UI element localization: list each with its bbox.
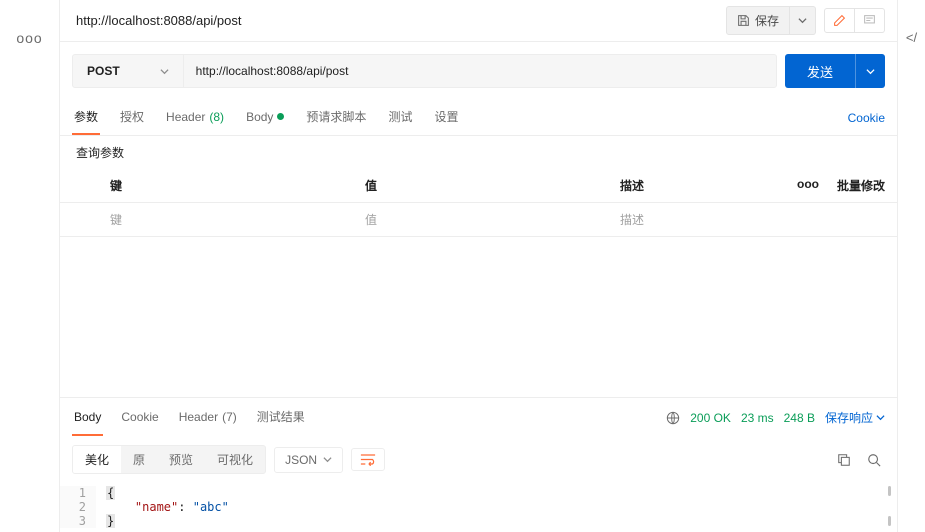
view-mode-tabs: 美化 原 预览 可视化 <box>72 445 266 474</box>
request-tabs: 参数 授权 Header (8) Body 预请求脚本 测试 设置 Cookie <box>60 100 897 136</box>
value-header: 值 <box>355 169 610 202</box>
params-header-row: 键 值 描述 ooo 批量修改 <box>60 169 897 203</box>
search-icon <box>867 453 881 467</box>
response-tabs: Body Cookie Header (7) 测试结果 200 OK 23 ms… <box>60 398 897 437</box>
globe-icon[interactable] <box>666 411 680 425</box>
request-tab-title: http://localhost:8088/api/post <box>72 13 718 28</box>
tab-prerequest[interactable]: 预请求脚本 <box>304 100 368 135</box>
main-panel: http://localhost:8088/api/post 保存 <box>60 0 897 532</box>
chevron-down-icon <box>160 67 169 76</box>
status-code: 200 OK <box>690 411 731 425</box>
code-line: 2 "name": "abc" <box>60 500 897 514</box>
response-size: 248 B <box>784 411 815 425</box>
tab-body[interactable]: Body <box>244 102 286 134</box>
save-dropdown-button[interactable] <box>790 6 816 35</box>
code-line: 3 } <box>60 514 897 528</box>
url-input[interactable] <box>184 55 776 87</box>
right-sidebar: </ <box>897 0 925 532</box>
resp-tab-body[interactable]: Body <box>72 400 103 436</box>
key-header: 键 <box>100 169 355 202</box>
tab-headers[interactable]: Header (8) <box>164 102 226 134</box>
response-time: 23 ms <box>741 411 774 425</box>
params-table: 键 值 描述 ooo 批量修改 键 值 描述 <box>60 169 897 237</box>
method-url-bar: POST <box>72 54 777 88</box>
value-placeholder[interactable]: 值 <box>355 203 610 236</box>
key-placeholder[interactable]: 键 <box>100 203 355 236</box>
send-button[interactable]: 发送 <box>785 54 855 88</box>
desc-placeholder[interactable]: 描述 <box>610 203 787 236</box>
search-button[interactable] <box>863 453 885 467</box>
cookie-link[interactable]: Cookie <box>848 103 885 133</box>
bulk-edit-button[interactable]: 批量修改 <box>827 169 897 202</box>
save-response-button[interactable]: 保存响应 <box>825 409 885 426</box>
save-button-group: 保存 <box>726 6 816 35</box>
code-line: 1 { <box>60 486 897 500</box>
chevron-down-icon <box>798 16 807 25</box>
tab-tests[interactable]: 测试 <box>386 100 414 135</box>
method-value: POST <box>87 64 120 78</box>
send-button-group: 发送 <box>785 54 885 88</box>
method-select[interactable]: POST <box>73 55 184 87</box>
code-panel-toggle[interactable]: </ <box>906 30 917 45</box>
more-menu-icon[interactable]: ooo <box>16 30 42 46</box>
comment-button[interactable] <box>855 8 885 33</box>
chevron-down-icon <box>876 413 885 422</box>
checkbox-header <box>60 169 100 202</box>
resp-tab-test-results[interactable]: 测试结果 <box>255 398 307 437</box>
resp-tab-headers[interactable]: Header (7) <box>177 400 239 436</box>
minimap-marker <box>888 516 891 526</box>
tab-params[interactable]: 参数 <box>72 100 100 135</box>
chevron-down-icon <box>866 67 875 76</box>
left-sidebar: ooo <box>0 0 60 532</box>
response-panel: Body Cookie Header (7) 测试结果 200 OK 23 ms… <box>60 397 897 532</box>
tab-settings[interactable]: 设置 <box>432 100 460 135</box>
save-icon <box>737 14 750 27</box>
edit-button[interactable] <box>824 8 855 33</box>
top-bar: http://localhost:8088/api/post 保存 <box>60 0 897 42</box>
query-params-heading: 查询参数 <box>60 136 897 169</box>
pencil-icon <box>833 14 846 27</box>
minimap-marker <box>888 486 891 496</box>
chevron-down-icon <box>323 455 332 464</box>
format-select[interactable]: JSON <box>274 447 343 473</box>
response-toolbar: 美化 原 预览 可视化 JSON <box>60 437 897 482</box>
tab-auth[interactable]: 授权 <box>118 100 146 135</box>
view-visualize[interactable]: 可视化 <box>205 446 265 473</box>
wrap-lines-button[interactable] <box>351 448 385 471</box>
view-raw[interactable]: 原 <box>121 446 157 473</box>
view-pretty[interactable]: 美化 <box>73 446 121 473</box>
response-body-editor[interactable]: 1 { 2 "name": "abc" 3 } <box>60 482 897 532</box>
save-button[interactable]: 保存 <box>726 6 790 35</box>
wrap-icon <box>360 453 376 466</box>
response-meta: 200 OK 23 ms 248 B 保存响应 <box>666 409 885 426</box>
extra-actions <box>824 8 885 33</box>
copy-icon <box>837 453 851 467</box>
more-columns-button[interactable]: ooo <box>787 169 827 202</box>
view-preview[interactable]: 预览 <box>157 446 205 473</box>
params-empty-row[interactable]: 键 值 描述 <box>60 203 897 237</box>
resp-tab-cookie[interactable]: Cookie <box>119 400 160 436</box>
url-row: POST 发送 <box>60 42 897 100</box>
comment-icon <box>863 14 876 27</box>
save-button-label: 保存 <box>755 12 779 29</box>
send-dropdown-button[interactable] <box>855 54 885 88</box>
body-indicator-dot <box>277 113 284 120</box>
copy-button[interactable] <box>833 453 855 467</box>
desc-header: 描述 <box>610 169 787 202</box>
